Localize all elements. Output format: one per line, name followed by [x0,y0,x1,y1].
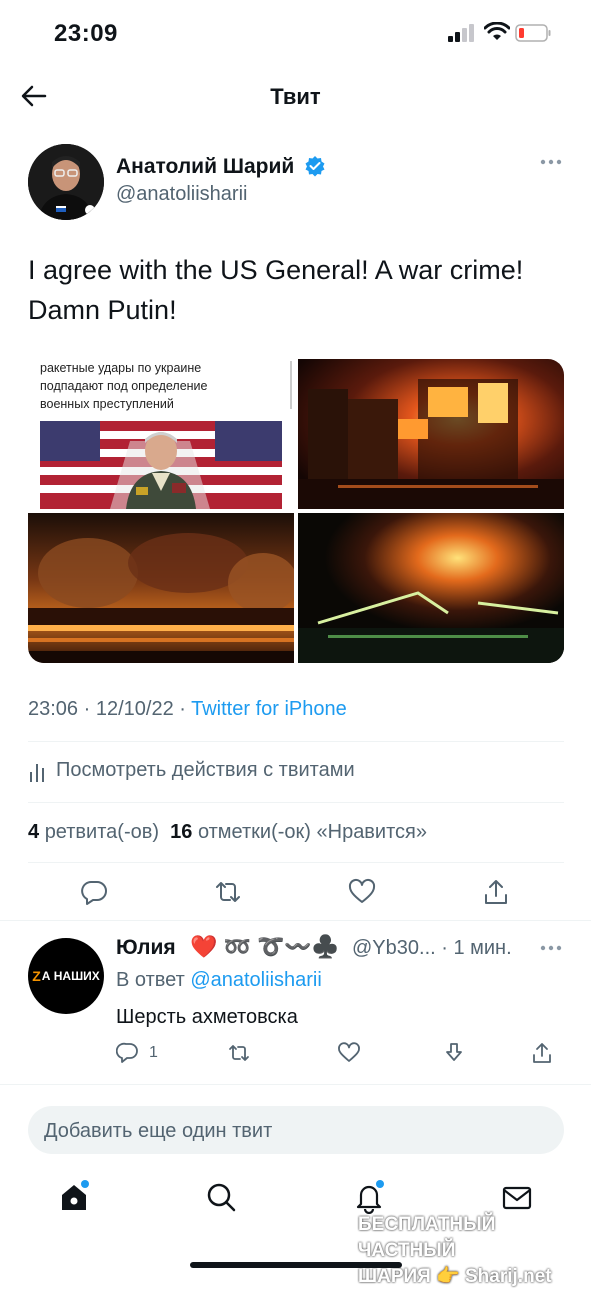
home-icon[interactable] [57,1180,91,1214]
page-title: Твит [270,84,321,109]
tweet-media-grid[interactable]: ракетные удары по украине подпадают под … [28,359,564,663]
like-heart-icon[interactable] [347,877,377,907]
reply-share-icon[interactable] [530,1041,554,1065]
reply-text: Шерсть ахметовска [116,1006,298,1028]
media-burning-building-photo[interactable] [298,359,564,509]
notifications-bell-icon[interactable] [352,1180,386,1214]
share-icon[interactable] [481,877,511,907]
reply-downvote-icon[interactable] [442,1041,466,1065]
home-indicator [190,1262,402,1268]
search-icon[interactable] [204,1180,238,1214]
reply-author-avatar[interactable]: ZА НАШИХ [28,938,104,1014]
analytics-icon [30,764,44,782]
tweet-engagement-stats[interactable]: 4 ретвита(-ов) 16 отметки(-ок) «Нравится… [28,821,427,844]
reply-reply-count: 1 [149,1044,158,1061]
cellular-signal-icon [448,24,474,42]
reply-handle-time: @Yb30... · 1 мин. [352,937,512,959]
watermark: БЕСПЛАТНЫЙ ЧАСТНЫЙ ШАРИЯ 👉 Sharij.net [358,1214,552,1287]
reply-to-line: В ответ @anatoliisharii [116,969,322,991]
retweets-count: 4 [28,821,40,843]
retweet-icon[interactable] [213,877,243,907]
reply-icon[interactable] [79,877,109,907]
tweet-text: I agree with the US General! A war crime… [28,255,524,325]
reply-reply-icon[interactable] [116,1041,140,1065]
media-general-photo[interactable]: ракетные удары по украине подпадают под … [28,359,294,509]
reply-more-options-icon[interactable] [540,944,562,952]
messages-mail-icon[interactable] [500,1180,534,1214]
more-options-icon[interactable] [540,158,562,166]
media-night-explosion-photo[interactable] [298,513,564,663]
reply-author-emoji: ❤️ ➿ ➰〰️♣️ [190,934,340,959]
battery-icon [515,24,551,42]
verified-badge-icon [305,156,325,177]
tweet-source-link[interactable]: Twitter for iPhone [191,698,347,720]
author-avatar[interactable] [28,144,104,220]
reply-retweet-icon[interactable] [227,1041,251,1065]
author-name[interactable]: Анатолий Шарий [116,155,294,179]
status-time: 23:09 [54,20,118,47]
reply-author-name[interactable]: Юлия [116,936,176,960]
tweet-timestamp: 23:06 · 12/10/22 · Twitter for iPhone [28,698,347,720]
view-tweet-analytics-link[interactable]: Посмотреть действия с твитами [56,759,355,782]
likes-count: 16 [170,821,193,843]
author-handle[interactable]: @anatoliisharii [116,183,247,206]
media-city-fire-photo[interactable] [28,513,294,663]
compose-placeholder: Добавить еще один твит [44,1120,273,1142]
media-caption: ракетные удары по украине подпадают под … [40,361,208,411]
reply-like-heart-icon[interactable] [337,1041,361,1065]
reply-to-mention[interactable]: @anatoliisharii [190,969,321,991]
wifi-icon [484,22,510,40]
